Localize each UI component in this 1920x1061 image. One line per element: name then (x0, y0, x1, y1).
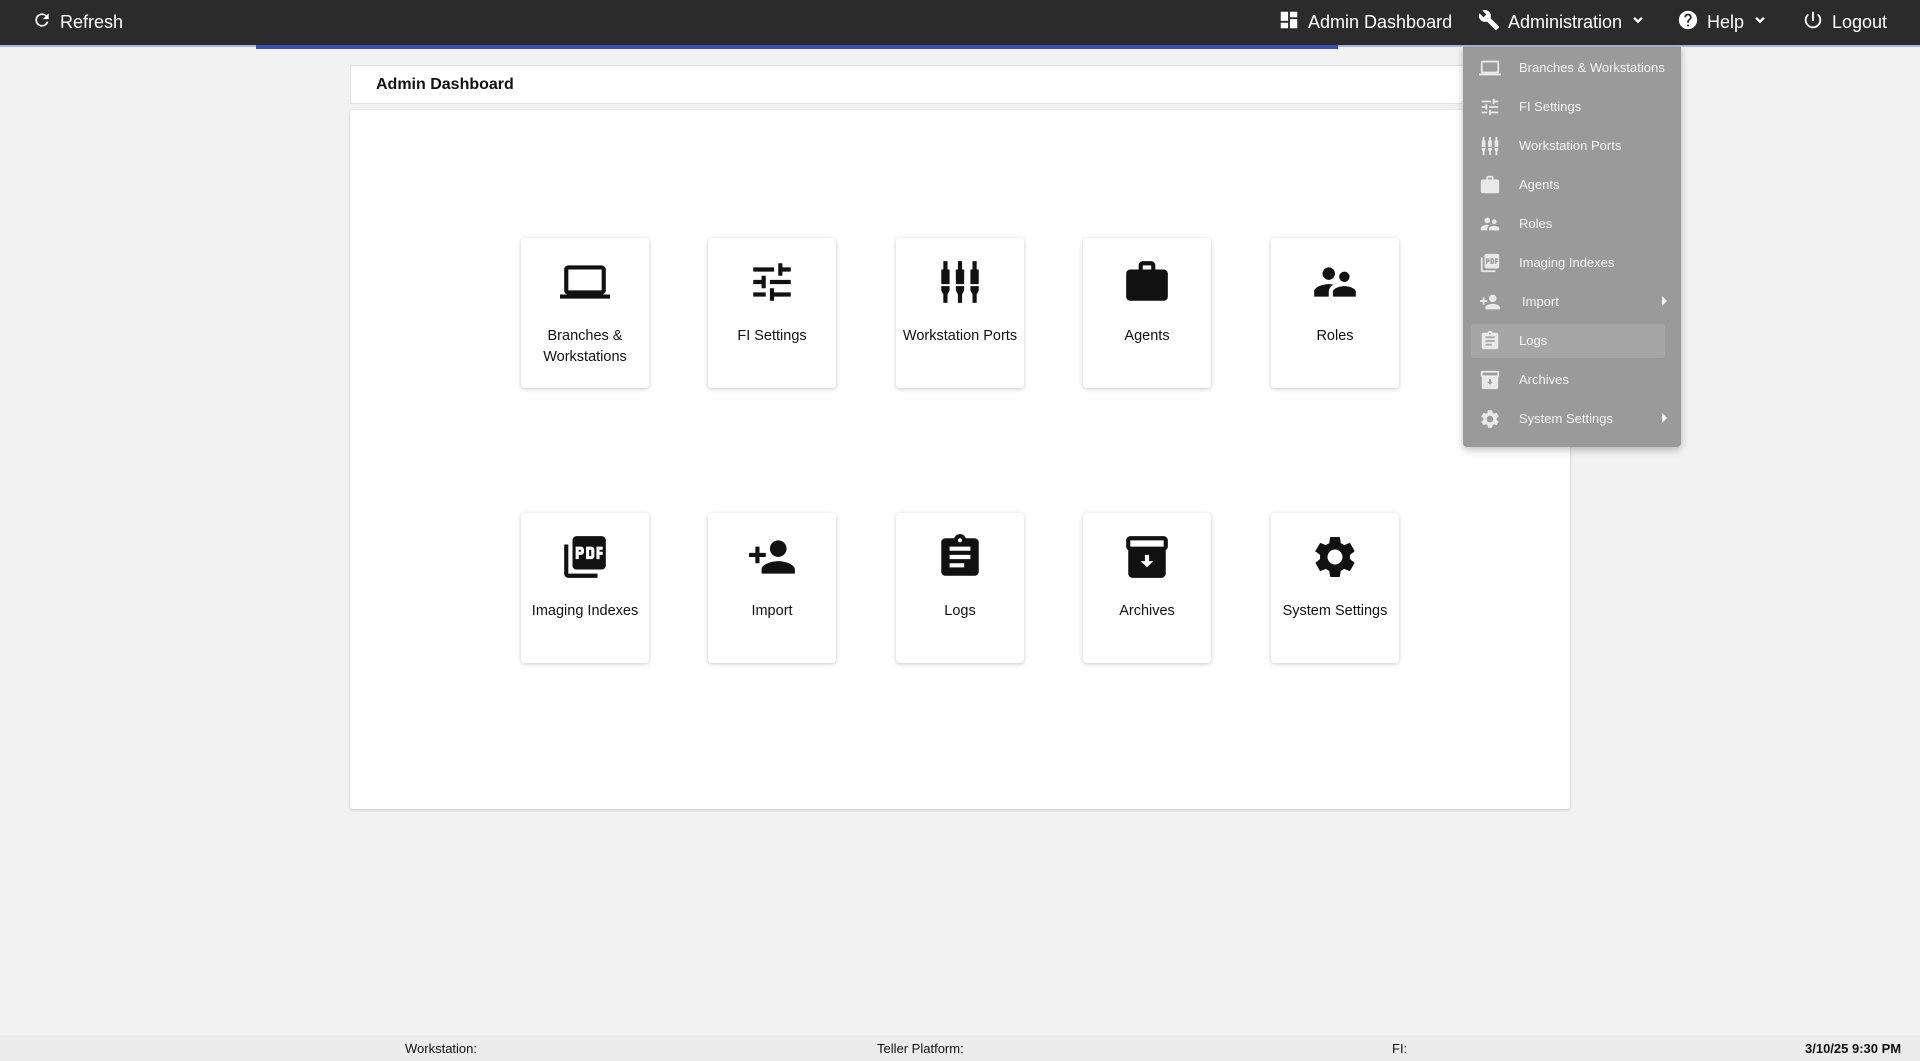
dashboard-panel: Branches & Workstations FI Settings Work… (350, 110, 1570, 809)
tile-label: System Settings (1282, 603, 1388, 619)
menu-item-label: Imaging Indexes (1519, 254, 1615, 270)
person-add-icon (1479, 291, 1501, 313)
people-icon (1479, 213, 1501, 235)
menu-item-label: System Settings (1519, 410, 1613, 426)
workstation-status: Workstation: (405, 1041, 478, 1056)
tile-label: Roles (1316, 328, 1354, 344)
admin-dashboard-label: Admin Dashboard (1308, 12, 1453, 32)
tile-label: Agents (1124, 328, 1170, 344)
refresh-icon (32, 10, 52, 35)
chevron-down-icon (1752, 12, 1768, 33)
menu-item-label: Workstation Ports (1519, 137, 1622, 153)
laptop-icon (559, 256, 611, 308)
loading-progress-bar (256, 45, 1338, 49)
menu-item-label: Roles (1519, 215, 1553, 231)
tile-label: Branches & Workstations (543, 328, 627, 365)
menu-item-label: Agents (1519, 176, 1560, 192)
archive-icon (1479, 369, 1501, 391)
tile-logs[interactable]: Logs (896, 513, 1024, 663)
gear-icon (1479, 408, 1501, 430)
tile-fi-settings[interactable]: FI Settings (708, 238, 836, 388)
tile-agents[interactable]: Agents (1083, 238, 1211, 388)
briefcase-icon (1479, 174, 1501, 196)
help-icon (1677, 9, 1699, 36)
caret-right-icon (1662, 296, 1667, 306)
administration-label: Administration (1508, 12, 1623, 32)
logout-button[interactable]: Logout (1802, 0, 1887, 45)
refresh-button[interactable]: Refresh (32, 0, 123, 45)
menu-item-label: Logs (1519, 332, 1548, 348)
tile-label: FI Settings (737, 328, 807, 344)
logout-label: Logout (1832, 12, 1888, 32)
tile-label: Logs (944, 603, 976, 619)
people-icon (1309, 256, 1361, 308)
clipboard-icon (1479, 330, 1501, 352)
tile-workstation-ports[interactable]: Workstation Ports (896, 238, 1024, 388)
menu-item-label: Import (1522, 293, 1559, 309)
teller-platform-status: Teller Platform: (877, 1041, 964, 1056)
admin-dashboard-link[interactable]: Admin Dashboard (1278, 0, 1452, 45)
page-title: Admin Dashboard (376, 75, 514, 93)
laptop-icon (1479, 57, 1501, 79)
tile-branches-workstations[interactable]: Branches & Workstations (521, 238, 649, 388)
menu-item-workstation-ports[interactable]: Workstation Ports (1463, 127, 1681, 163)
status-datetime: 3/10/25 9:30 PM (1805, 1041, 1902, 1056)
caret-right-icon (1662, 413, 1667, 423)
tile-imaging-indexes[interactable]: Imaging Indexes (521, 513, 649, 663)
help-menu-button[interactable]: Help (1677, 0, 1768, 45)
refresh-label: Refresh (60, 12, 124, 32)
administration-dropdown-menu: Branches & Workstations FI Settings Work… (1463, 47, 1681, 447)
menu-item-branches-workstations[interactable]: Branches & Workstations (1463, 49, 1681, 85)
status-bar: Workstation: Teller Platform: FI: 3/10/2… (0, 1035, 1920, 1061)
menu-item-logs[interactable]: Logs (1463, 322, 1681, 358)
briefcase-icon (1121, 256, 1173, 308)
ports-icon (1479, 135, 1501, 157)
administration-menu-button[interactable]: Administration (1478, 0, 1646, 45)
pdf-icon (559, 531, 611, 583)
page-header: Admin Dashboard (350, 65, 1570, 104)
tile-label: Imaging Indexes (531, 603, 639, 619)
tile-label: Import (751, 603, 793, 619)
menu-item-fi-settings[interactable]: FI Settings (1463, 88, 1681, 124)
clipboard-icon (934, 531, 986, 583)
fi-status: FI: (1392, 1041, 1408, 1056)
menu-item-archives[interactable]: Archives (1463, 361, 1681, 397)
person-add-icon (746, 531, 798, 583)
tune-icon (746, 256, 798, 308)
menu-item-imaging-indexes[interactable]: Imaging Indexes (1463, 244, 1681, 280)
tile-label: Workstation Ports (902, 328, 1018, 344)
chevron-down-icon (1630, 12, 1646, 33)
power-icon (1802, 9, 1824, 36)
menu-item-label: Archives (1519, 371, 1569, 387)
tile-roles[interactable]: Roles (1271, 238, 1399, 388)
menu-item-roles[interactable]: Roles (1463, 205, 1681, 241)
tile-label: Archives (1119, 603, 1175, 619)
tune-icon (1479, 96, 1501, 118)
ports-icon (934, 256, 986, 308)
menu-item-label: Branches & Workstations (1519, 59, 1665, 75)
wrench-icon (1478, 9, 1500, 36)
dashboard-icon (1278, 9, 1300, 36)
tile-system-settings[interactable]: System Settings (1271, 513, 1399, 663)
tile-import[interactable]: Import (708, 513, 836, 663)
archive-icon (1121, 531, 1173, 583)
tile-archives[interactable]: Archives (1083, 513, 1211, 663)
gear-icon (1309, 531, 1361, 583)
menu-item-import[interactable]: Import (1463, 283, 1681, 319)
menu-item-system-settings[interactable]: System Settings (1463, 400, 1681, 436)
menu-item-label: FI Settings (1519, 98, 1582, 114)
help-label: Help (1707, 12, 1745, 32)
pdf-icon (1479, 252, 1501, 274)
top-navigation-bar: Refresh Admin Dashboard Administration H… (0, 0, 1920, 45)
menu-item-agents[interactable]: Agents (1463, 166, 1681, 202)
